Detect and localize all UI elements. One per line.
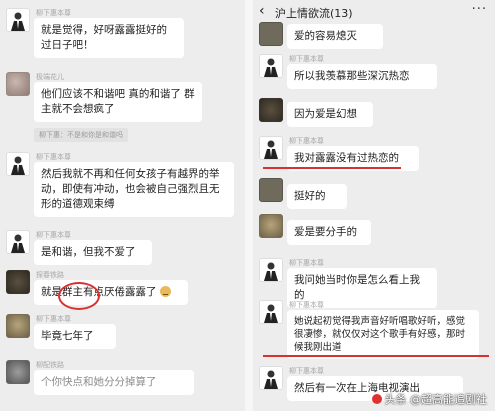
avatar[interactable] [259,22,283,46]
message-bubble[interactable]: 她说起初觉得我声音好听唱歌好听，感觉很凄惨，就仅仅对这个歌手有好感，那时候我刚出… [287,310,479,359]
avatar[interactable] [6,314,30,338]
avatar[interactable] [259,214,283,238]
sender-name: 探春铁路 [36,271,64,279]
sender-name: 柳下惠本尊 [289,367,324,375]
red-underline-annotation [263,355,489,357]
message-bubble[interactable]: 个你快点和她分分掉算了 [34,370,194,395]
panel-divider [245,0,253,411]
avatar[interactable] [6,270,30,294]
toutiao-logo-icon [371,394,382,404]
message-bubble[interactable]: 就是群主有点厌倦露露了 [34,280,188,305]
avatar[interactable] [259,258,283,282]
watermark: 头条 @超高能追剧社 [371,391,487,407]
sender-name: 柳下惠本尊 [36,315,71,323]
message-bubble[interactable]: 因为爱是幻想 [287,102,373,127]
sender-name: 柳下惠本尊 [289,259,324,267]
sender-name: 柳配铁路 [36,361,64,369]
sender-name: 极端花儿 [36,73,64,81]
avatar[interactable] [259,366,283,390]
right-chat-screenshot: ‹ 沪上情欲流(13) ··· 爱的容易熄灭 柳下惠本尊 所以我羡慕那些深沉热恋… [253,0,495,411]
sender-name: 柳下惠本尊 [36,9,71,17]
avatar[interactable] [259,178,283,202]
avatar[interactable] [6,230,30,254]
message-bubble[interactable]: 挺好的 [287,184,347,209]
message-bubble[interactable]: 爱的容易熄灭 [287,24,383,49]
avatar[interactable] [259,54,283,78]
quoted-message[interactable]: 柳下惠：不是和你是和谐吗 [34,128,128,142]
emoji-icon [159,286,171,297]
avatar[interactable] [6,152,30,176]
avatar[interactable] [6,8,30,32]
red-circle-annotation [58,282,100,310]
sender-name: 柳下惠本尊 [36,231,71,239]
avatar[interactable] [6,72,30,96]
message-bubble[interactable]: 然后我就不再和任何女孩子有越界的举动，即使有冲动，也会被自己强烈且无形的道德观束… [34,162,234,217]
sender-name: 柳下惠本尊 [36,153,71,161]
avatar[interactable] [6,360,30,384]
avatar[interactable] [259,98,283,122]
message-bubble[interactable]: 是和谐，但我不爱了 [34,240,152,265]
red-underline-annotation [263,167,401,169]
sender-name: 柳下惠本尊 [289,137,324,145]
more-options-icon[interactable]: ··· [472,2,487,17]
message-bubble[interactable]: 所以我羡慕那些深沉热恋 [287,64,437,89]
message-bubble[interactable]: 就是觉得，好呀露露挺好的 过日子吧！ [34,18,184,58]
avatar[interactable] [259,136,283,160]
message-bubble[interactable]: 爱是要分手的 [287,220,371,245]
sender-name: 柳下惠本尊 [289,301,324,309]
group-title: 沪上情欲流(13) [275,7,353,20]
back-arrow-icon[interactable]: ‹ [259,3,265,19]
avatar[interactable] [259,300,283,324]
message-bubble[interactable]: 他们应该不和谐吧 真的和谐了 群主就不会想疯了 [34,82,202,122]
left-chat-screenshot: 柳下惠本尊 就是觉得，好呀露露挺好的 过日子吧！ 极端花儿 他们应该不和谐吧 真… [0,0,245,411]
chat-header: ‹ 沪上情欲流(13) ··· [253,0,495,24]
message-bubble[interactable]: 毕竟七年了 [34,324,116,349]
sender-name: 柳下惠本尊 [289,55,324,63]
